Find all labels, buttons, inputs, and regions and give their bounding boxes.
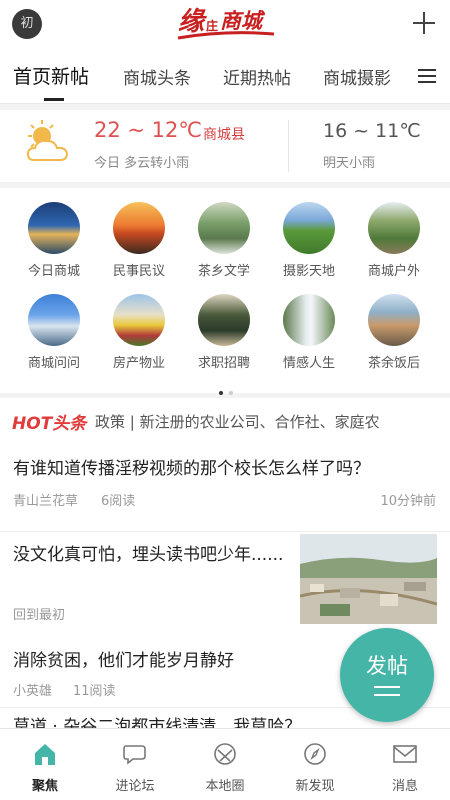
waterfall-thumb	[283, 294, 335, 346]
partly-cloudy-icon	[26, 120, 69, 161]
city-night-thumb	[28, 202, 80, 254]
today-temperature: 22 ~ 12℃	[94, 118, 202, 142]
weather-divider	[288, 120, 289, 172]
category-photography[interactable]: 摄影天地	[269, 202, 349, 279]
category-label: 茶乡文学	[197, 264, 250, 279]
active-tab-indicator	[44, 98, 64, 101]
post-item[interactable]: 有谁知道传播淫秽视频的那个校长怎么样了吗？ 青山兰花草 6阅读 10分钟前	[0, 444, 450, 532]
flower-field-thumb	[113, 294, 165, 346]
tomorrow-temperature: 16 ~ 11℃	[323, 120, 421, 142]
post-reads: 6阅读	[101, 494, 136, 509]
nav-label: 消息	[391, 779, 418, 794]
post-title[interactable]: 消除贫困，他们才能岁月静好	[13, 648, 313, 674]
tomorrow-forecast: 明天小雨	[323, 156, 376, 171]
avatar[interactable]: 初	[12, 9, 42, 39]
mountain-stream-thumb	[198, 202, 250, 254]
post-title[interactable]: 没文化真可怕，埋头读书吧少年......	[13, 542, 288, 568]
man-tree-thumb	[198, 294, 250, 346]
category-qa[interactable]: 商城问问	[14, 294, 94, 371]
category-grid: 今日商城 民事民议 茶乡文学 摄影天地 商城户外 商城问问 房产物业 求职招聘 …	[0, 188, 450, 395]
post-author: 回到最初	[13, 608, 66, 623]
plus-icon[interactable]	[410, 9, 438, 37]
page-indicator	[216, 380, 236, 399]
category-label: 房产物业	[112, 356, 165, 371]
category-label: 商城问问	[27, 356, 80, 371]
nav-focus[interactable]: 聚焦	[0, 729, 90, 800]
category-outdoor[interactable]: 商城户外	[354, 202, 434, 279]
post-author: 青山兰花草	[13, 494, 79, 509]
nav-messages[interactable]: 消息	[360, 729, 450, 800]
chat-icon	[123, 745, 146, 765]
blue-city-thumb	[28, 294, 80, 346]
post-reads: 11阅读	[73, 684, 116, 699]
page-dot	[229, 391, 233, 395]
nav-local[interactable]: 本地圈	[180, 729, 270, 800]
new-post-label: 发帖	[366, 654, 408, 678]
hot-headline-text[interactable]: 政策 | 新注册的农业公司、合作社、家庭农	[95, 411, 425, 432]
category-label: 摄影天地	[282, 264, 335, 279]
category-leisure[interactable]: 茶余饭后	[354, 294, 434, 371]
app-logo: 缘 庄 商城	[177, 7, 275, 40]
home-icon	[35, 744, 55, 765]
post-thumbnail[interactable]	[300, 534, 437, 624]
new-post-button[interactable]: 发帖	[340, 628, 434, 722]
category-civil-affairs[interactable]: 民事民议	[99, 202, 179, 279]
category-real-estate[interactable]: 房产物业	[99, 294, 179, 371]
nav-label: 新发现	[295, 779, 335, 794]
today-forecast: 今日 多云转小雨	[94, 156, 190, 171]
category-tea-literature[interactable]: 茶乡文学	[184, 202, 264, 279]
post-title[interactable]: 有谁知道传播淫秽视频的那个校长怎么样了吗？	[13, 456, 443, 482]
category-label: 今日商城	[27, 264, 80, 279]
top-bar: 初 缘 庄 商城	[0, 0, 450, 48]
tab-headlines[interactable]: 商城头条	[123, 64, 191, 89]
nav-forum[interactable]: 进论坛	[90, 729, 180, 800]
nav-label: 聚焦	[31, 779, 58, 794]
hot-logo: HOT头条	[12, 414, 87, 434]
mail-icon	[393, 745, 417, 763]
page-dot-active	[219, 391, 223, 395]
nav-label: 进论坛	[115, 779, 155, 794]
tab-bar: 首页新帖 商城头条 近期热帖 商城摄影	[0, 48, 450, 104]
category-emotion[interactable]: 情感人生	[269, 294, 349, 371]
category-label: 民事民议	[112, 264, 165, 279]
nav-discover[interactable]: 新发现	[270, 729, 360, 800]
post-time: 10分钟前	[380, 494, 436, 509]
cliff-forest-thumb	[368, 202, 420, 254]
post-author: 小英雄	[13, 684, 53, 699]
hot-headline-bar[interactable]: HOT头条 政策 | 新注册的农业公司、合作社、家庭农	[0, 398, 450, 444]
category-today-city[interactable]: 今日商城	[14, 202, 94, 279]
tab-home-new-posts[interactable]: 首页新帖	[13, 62, 89, 89]
bottom-nav: 聚焦 进论坛 本地圈 新发现 消息	[0, 728, 450, 800]
category-label: 情感人生	[282, 356, 335, 371]
menu-icon[interactable]	[418, 68, 436, 84]
logo-small-char: 庄	[206, 18, 218, 33]
county-name: 商城县	[203, 127, 245, 143]
town-view-thumb	[368, 294, 420, 346]
weather-card[interactable]: 22 ~ 12℃ 商城县 今日 多云转小雨 16 ~ 11℃ 明天小雨	[0, 110, 450, 182]
circle-icon	[214, 743, 236, 765]
nav-label: 本地圈	[205, 779, 245, 794]
logo-char: 缘	[178, 7, 207, 37]
lines-icon	[374, 686, 400, 696]
sunset-lake-thumb	[113, 202, 165, 254]
category-label: 商城户外	[367, 264, 420, 279]
compass-icon	[304, 743, 326, 765]
category-label: 求职招聘	[197, 356, 250, 371]
green-hills-thumb	[283, 202, 335, 254]
category-label: 茶余饭后	[367, 356, 420, 371]
category-jobs[interactable]: 求职招聘	[184, 294, 264, 371]
tab-hot-posts[interactable]: 近期热帖	[223, 64, 291, 89]
logo-rest: 商城	[220, 8, 266, 33]
tab-photography[interactable]: 商城摄影	[323, 64, 391, 89]
aerial-city-image	[300, 534, 437, 624]
